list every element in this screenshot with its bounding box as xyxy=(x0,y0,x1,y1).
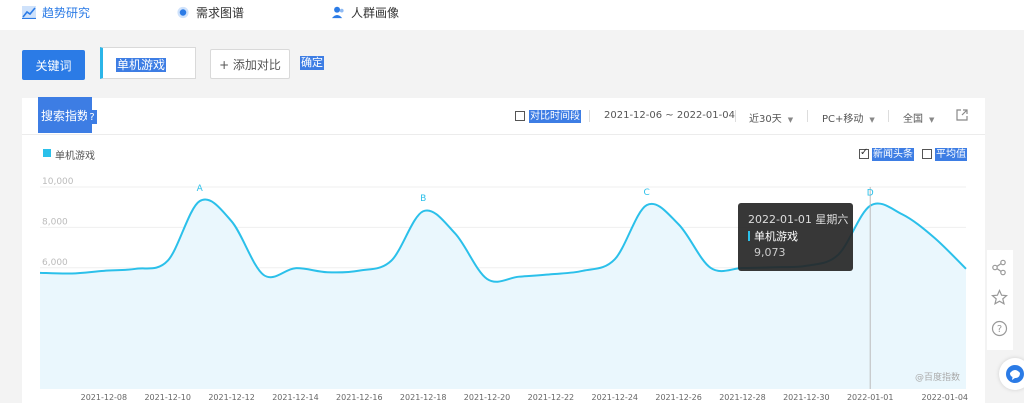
help-circle-icon[interactable]: ? xyxy=(991,320,1008,337)
device-value: PC+移动 xyxy=(822,114,864,125)
news-label: 新闻头条 xyxy=(872,148,914,161)
chevron-down-icon: ▼ xyxy=(929,116,935,124)
legend-label[interactable]: 单机游戏 xyxy=(55,147,95,162)
nav-trend-label: 趋势研究 xyxy=(42,6,91,20)
chat-button[interactable] xyxy=(999,358,1024,390)
svg-text:?: ? xyxy=(997,324,1002,335)
chevron-down-icon: ▼ xyxy=(787,116,794,124)
tooltip-value: 9,073 xyxy=(754,246,786,259)
average-label: 平均值 xyxy=(935,148,967,161)
divider xyxy=(735,110,736,122)
keyword-text: 单机游戏 xyxy=(116,58,167,72)
period-select[interactable]: 近30天 ▼ xyxy=(749,110,793,125)
nav-crowd-label: 人群画像 xyxy=(351,6,400,20)
average-checkbox[interactable] xyxy=(922,149,932,159)
news-checkbox[interactable] xyxy=(859,147,869,159)
nav-trend-research[interactable]: 趋势研究 xyxy=(22,4,90,21)
tooltip-series-marker xyxy=(748,231,750,241)
period-value: 近30天 xyxy=(749,114,782,125)
baidu-index-watermark: @百度指数 xyxy=(915,373,961,383)
add-compare-button[interactable]: + 添加对比 xyxy=(210,49,290,79)
nav-crowd-profile[interactable]: 人群画像 xyxy=(331,4,399,21)
keyword-mode-button[interactable]: 关键词 xyxy=(22,50,85,80)
panel-divider xyxy=(22,134,985,135)
radar-icon xyxy=(177,6,189,19)
nav-demand-label: 需求图谱 xyxy=(196,6,245,20)
legend-swatch xyxy=(43,149,51,157)
user-icon xyxy=(331,6,344,19)
confirm-button[interactable]: 确定 xyxy=(300,56,324,70)
divider xyxy=(807,110,808,122)
share-icon[interactable] xyxy=(991,259,1008,276)
chevron-down-icon: ▼ xyxy=(869,116,875,124)
divider xyxy=(888,110,889,122)
chart-icon xyxy=(22,6,36,19)
chart-tooltip: 2022-01-01 星期六 单机游戏 9,073 xyxy=(738,203,853,271)
tooltip-date: 2022-01-01 星期六 xyxy=(748,213,849,226)
compare-period-label: 对比时间段 xyxy=(529,110,581,123)
region-select[interactable]: 全国 ▼ xyxy=(903,110,934,125)
region-value: 全国 xyxy=(903,114,923,125)
top-nav: 趋势研究 需求图谱 人群画像 xyxy=(0,0,1024,30)
device-select[interactable]: PC+移动 ▼ xyxy=(822,110,875,125)
compare-period-checkbox[interactable] xyxy=(515,111,525,121)
export-icon[interactable] xyxy=(956,109,968,121)
date-range-picker[interactable]: 2021-12-06 ~ 2022-01-04 xyxy=(604,110,735,121)
panel-title: 搜索指数 xyxy=(38,97,93,133)
nav-demand-graph[interactable]: 需求图谱 xyxy=(176,4,244,21)
help-icon[interactable]: ? xyxy=(87,110,97,124)
tooltip-series-name: 单机游戏 xyxy=(754,230,798,243)
divider xyxy=(589,110,590,122)
star-icon[interactable] xyxy=(991,289,1008,306)
chat-icon xyxy=(1006,365,1024,383)
